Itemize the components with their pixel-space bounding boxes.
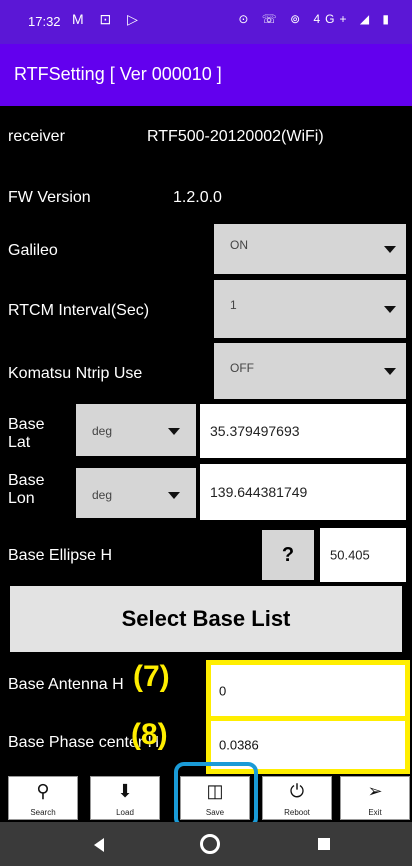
base-lat-input[interactable]: 35.379497693: [200, 404, 406, 458]
home-icon[interactable]: [200, 834, 220, 854]
back-icon[interactable]: [94, 838, 104, 852]
base-antenna-label: Base Antenna H: [8, 676, 124, 693]
receiver-label: receiver: [8, 128, 65, 145]
base-lat-unit-dropdown[interactable]: deg: [76, 404, 196, 456]
chevron-down-icon: [168, 492, 180, 499]
base-antenna-input[interactable]: 0: [206, 660, 410, 722]
receiver-value: RTF500-20120002(WiFi): [147, 128, 324, 145]
chevron-down-icon: [384, 246, 396, 253]
notification-icons: M ⊡ ▷: [72, 11, 144, 27]
power-icon: ⏻: [289, 781, 305, 801]
galileo-selected: ON: [230, 238, 248, 252]
exit-button[interactable]: ➢ Exit: [340, 776, 410, 820]
rtcm-interval-selected: 1: [230, 298, 237, 312]
komatsu-ntrip-selected: OFF: [230, 361, 254, 375]
app-bar: RTFSetting [ Ver 000010 ]: [0, 44, 412, 106]
galileo-dropdown[interactable]: ON: [214, 224, 406, 274]
search-caption: Search: [30, 808, 56, 817]
search-button[interactable]: ⚲ Search: [8, 776, 78, 820]
exit-icon: ➢: [367, 781, 383, 801]
annotation-8: (8): [131, 718, 168, 751]
base-lon-value: 139.644381749: [210, 484, 308, 500]
load-icon: ⬇: [117, 781, 133, 801]
system-nav-bar: [0, 822, 412, 866]
galileo-label: Galileo: [8, 242, 58, 259]
base-ellipse-label: Base Ellipse H: [8, 547, 113, 564]
help-button[interactable]: ?: [262, 530, 314, 580]
status-bar: 17:32 M ⊡ ▷ ⊙ ☏ ⊚ 4G+ ◢ ▮: [0, 0, 412, 44]
chevron-down-icon: [168, 428, 180, 435]
komatsu-ntrip-label: Komatsu Ntrip Use: [8, 365, 143, 382]
search-icon: ⚲: [36, 781, 50, 801]
base-lat-value: 35.379497693: [210, 423, 300, 439]
base-lon-input[interactable]: 139.644381749: [200, 464, 406, 520]
system-icons: ⊙ ☏ ⊚ 4G+ ◢ ▮: [238, 12, 394, 26]
base-ellipse-input[interactable]: 50.405: [320, 528, 406, 582]
base-lat-unit: deg: [92, 424, 113, 438]
reboot-caption: Reboot: [284, 808, 310, 817]
fw-version-value: 1.2.0.0: [173, 189, 222, 206]
save-highlight-frame: [174, 762, 258, 828]
exit-caption: Exit: [368, 808, 382, 817]
load-button[interactable]: ⬇ Load: [90, 776, 160, 820]
recents-icon[interactable]: [318, 838, 330, 850]
base-lon-unit: deg: [92, 488, 113, 502]
annotation-7: (7): [133, 660, 170, 693]
fw-version-label: FW Version: [8, 189, 91, 206]
reboot-button[interactable]: ⏻ Reboot: [262, 776, 332, 820]
base-lon-unit-dropdown[interactable]: deg: [76, 468, 196, 518]
base-ellipse-value: 50.405: [330, 547, 370, 563]
base-lon-label: Base Lon: [8, 472, 45, 507]
base-lat-label: Base Lat: [8, 416, 45, 451]
load-caption: Load: [116, 808, 134, 817]
chevron-down-icon: [384, 306, 396, 313]
settings-panel: receiver RTF500-20120002(WiFi) FW Versio…: [0, 106, 412, 774]
komatsu-ntrip-dropdown[interactable]: OFF: [214, 343, 406, 399]
rtcm-interval-label: RTCM Interval(Sec): [8, 302, 150, 319]
status-time: 17:32: [28, 14, 61, 29]
app-title: RTFSetting [ Ver 000010 ]: [14, 64, 222, 84]
select-base-list-button[interactable]: Select Base List: [10, 586, 402, 652]
base-phase-value: 0.0386: [219, 737, 259, 753]
base-antenna-value: 0: [219, 683, 227, 699]
rtcm-interval-dropdown[interactable]: 1: [214, 280, 406, 338]
chevron-down-icon: [384, 368, 396, 375]
